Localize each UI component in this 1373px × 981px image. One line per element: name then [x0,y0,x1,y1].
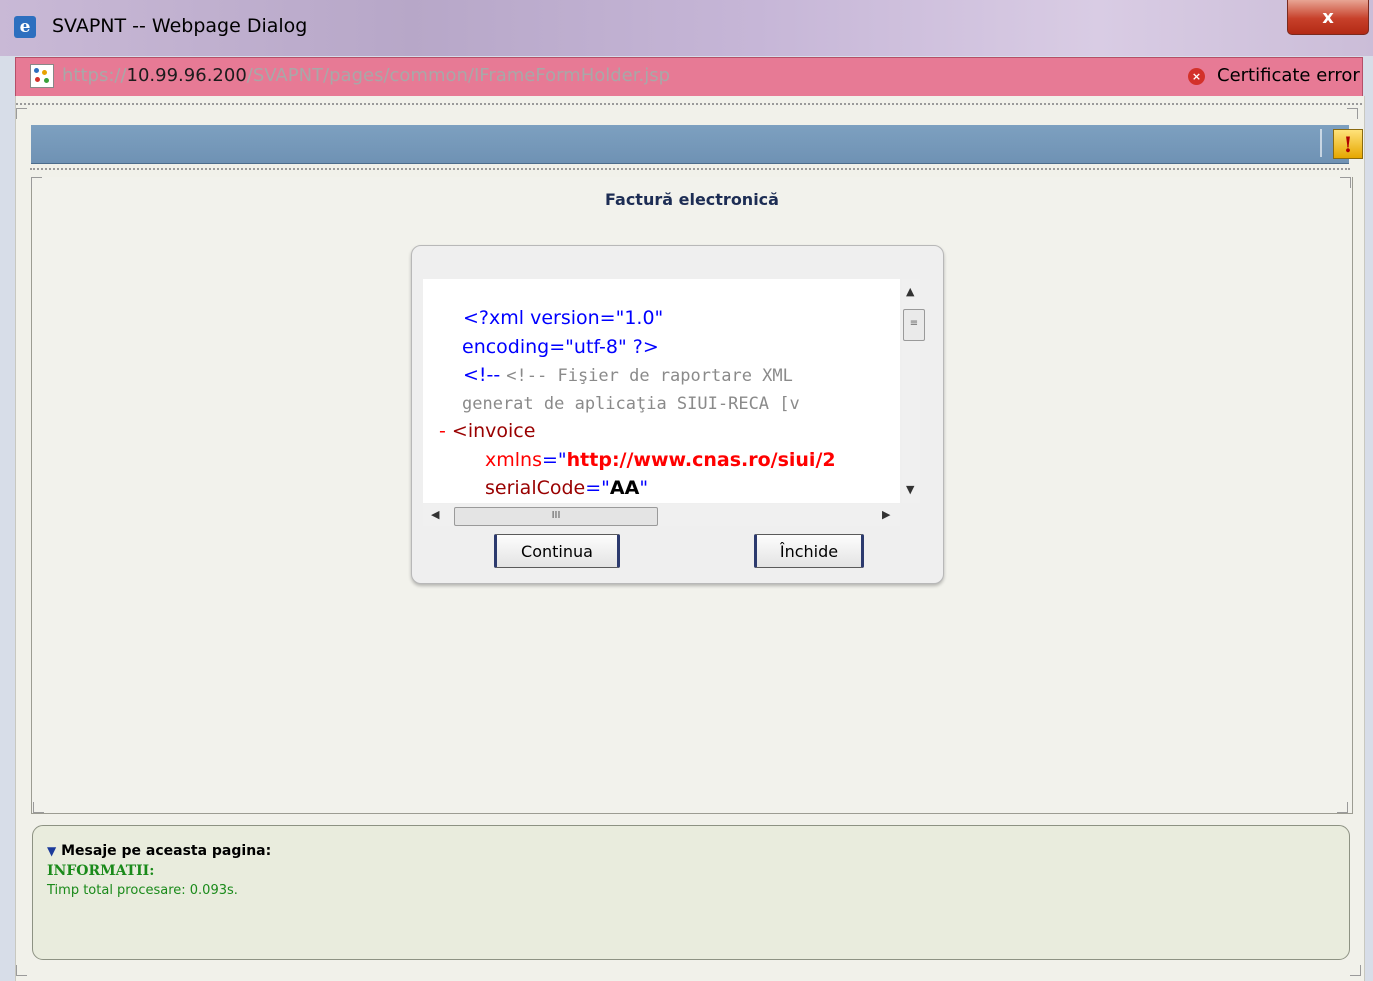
xml-element-invoice: <invoice [451,420,536,442]
url-path: /SVAPNT/pages/common/IFrameFormHolder.js… [246,65,671,86]
messages-header-label: Mesaje pe aceasta pagina: [61,843,272,859]
toolbar: ! [31,125,1363,164]
xml-comment-line-2: generat de aplicaţia SIUI-RECA [v [462,394,800,414]
window-title: SVAPNT -- Webpage Dialog [52,15,308,37]
attr-value: http://www.cnas.ro/siui/2 [566,449,836,471]
xml-declaration-encoding: encoding="utf-8" ?> [462,336,659,358]
scroll-up-icon[interactable]: ▲ [906,285,914,298]
messages-line: Timp total procesare: 0.093s. [47,883,238,898]
scroll-right-icon[interactable]: ▶ [882,508,890,521]
page-loading-icon [30,64,54,88]
title-bar: e SVAPNT -- Webpage Dialog x [0,0,1373,56]
xml-attribute-serialcode: serialCode="AA" [485,477,649,499]
comment-open: <!-- [463,364,501,386]
xml-viewer[interactable]: <?xml version="1.0" encoding="utf-8" ?> … [423,279,900,503]
warning-icon[interactable]: ! [1333,129,1363,159]
close-dialog-button[interactable]: Închide [754,534,864,568]
url-host: 10.99.96.200 [126,65,247,86]
messages-header[interactable]: ▼ Mesaje pe aceasta pagina: [47,843,271,859]
frame-corner [1347,108,1358,119]
frame-corner [1337,802,1348,813]
comment-text: <!-- Fişier de raportare XML [506,366,793,386]
frame-corner [33,802,44,813]
divider [16,103,1362,105]
scroll-down-icon[interactable]: ▼ [906,483,914,496]
vertical-scroll-thumb[interactable]: ≡ [903,309,925,341]
messages-panel: ▼ Mesaje pe aceasta pagina: INFORMATII: … [32,825,1350,960]
horizontal-scrollbar[interactable]: ◀ III ▶ [423,504,900,526]
address-bar[interactable]: https://10.99.96.200/SVAPNT/pages/common… [15,57,1363,97]
divider [30,168,1350,170]
page-title: Factură electronică [605,190,779,209]
horizontal-scroll-thumb[interactable]: III [454,507,658,526]
xml-declaration: <?xml version="1.0" [463,307,664,329]
frame-corner [31,177,42,188]
certificate-error-icon[interactable]: × [1188,68,1205,85]
attr-name: xmlns [485,449,542,471]
scroll-left-icon[interactable]: ◀ [431,508,439,521]
frame-corner [16,965,27,976]
frame-corner [1350,965,1361,976]
close-button[interactable]: x [1287,0,1369,35]
collapse-toggle[interactable]: - [439,420,446,442]
expand-arrow-icon[interactable]: ▼ [47,844,56,858]
url-prefix: https:// [62,65,127,86]
xml-comment-line: <!-- <!-- Fişier de raportare XML [463,361,793,390]
attr-value: AA [609,477,640,499]
xml-element-line: - <invoice [439,417,535,445]
toolbar-separator [1320,129,1322,157]
continue-button[interactable]: Continua [494,534,620,568]
frame-corner [16,108,27,119]
ie-icon: e [14,16,36,38]
certificate-error-label[interactable]: Certificate error [1217,65,1360,86]
frame-corner [1340,177,1351,188]
attr-name: serialCode [485,477,586,499]
main-panel: Factură electronică <?xml version="1.0" … [31,177,1353,814]
xml-attribute-xmlns: xmlns="http://www.cnas.ro/siui/2 [485,449,836,471]
messages-category: INFORMATII: [47,863,155,879]
url-text[interactable]: https://10.99.96.200/SVAPNT/pages/common… [62,65,670,86]
xml-preview-card: <?xml version="1.0" encoding="utf-8" ?> … [411,245,944,584]
vertical-scrollbar[interactable]: ▲ ≡ ▼ [902,279,925,503]
